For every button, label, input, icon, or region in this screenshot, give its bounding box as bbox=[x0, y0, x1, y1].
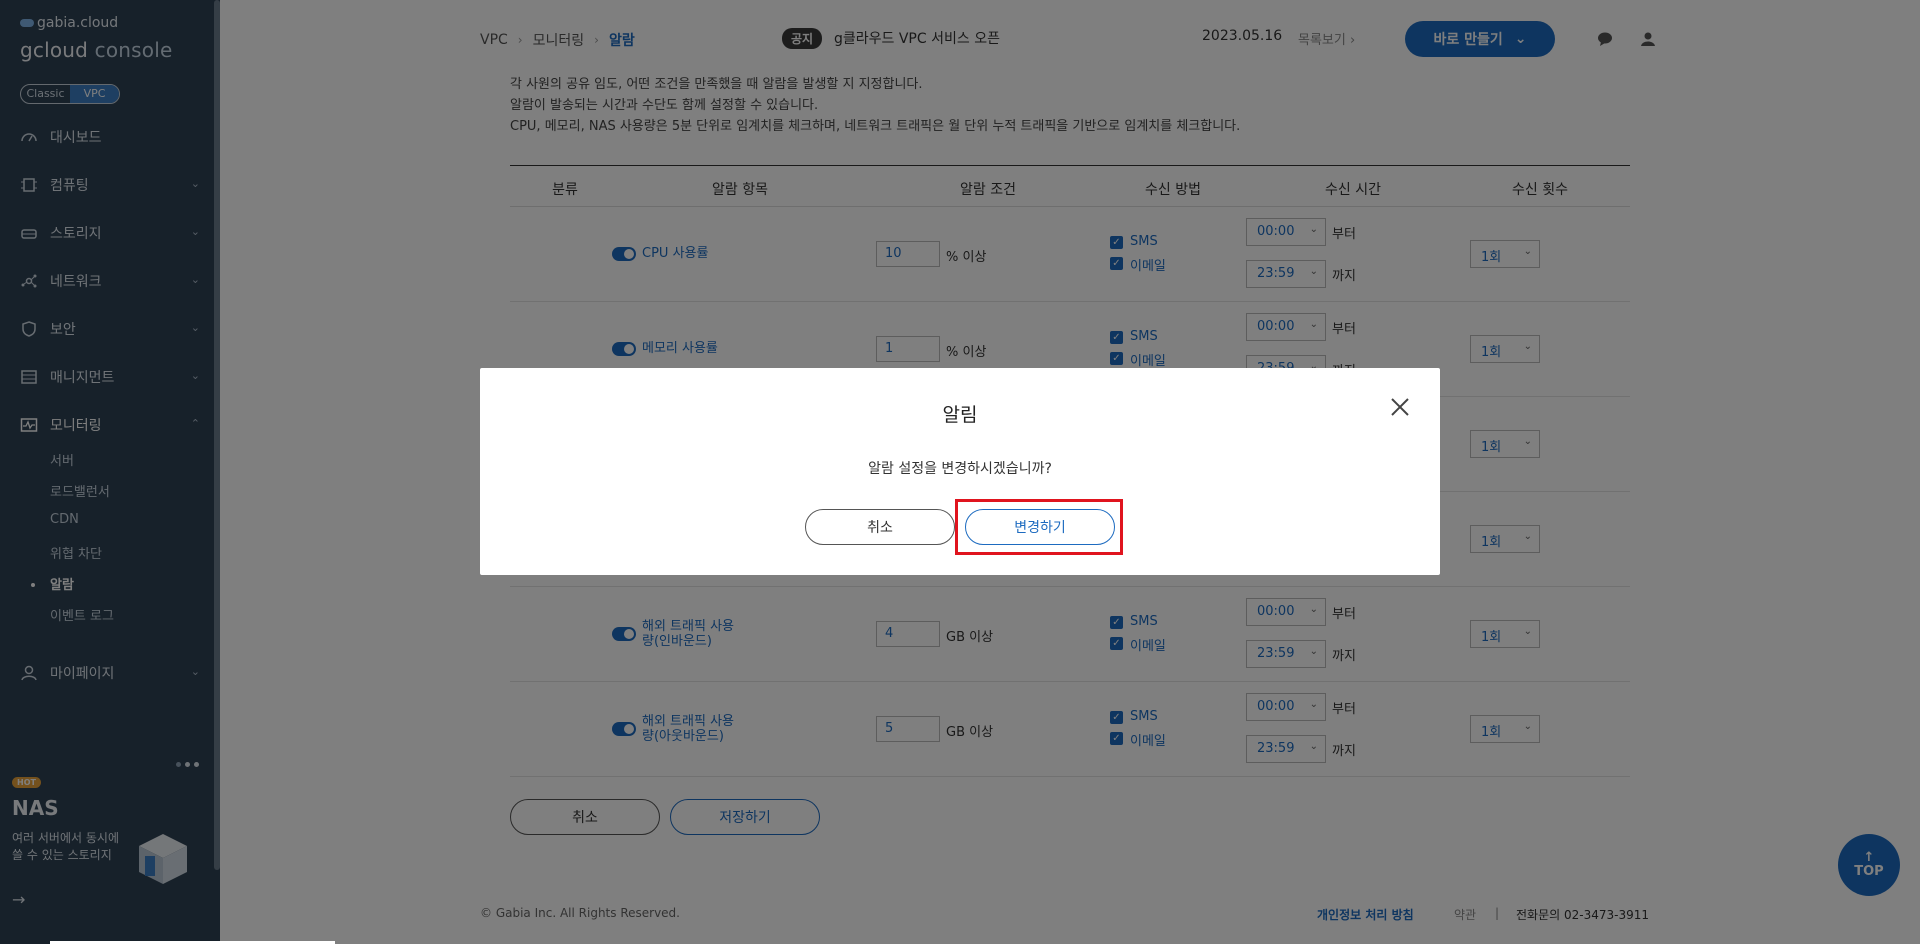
highlight-box bbox=[955, 499, 1123, 555]
dialog-cancel-button[interactable]: 취소 bbox=[805, 509, 955, 545]
dialog-title: 알림 bbox=[942, 404, 978, 426]
confirm-dialog: 알림 알람 설정을 변경하시겠습니까? 취소 변경하기 bbox=[480, 368, 1440, 575]
close-icon[interactable] bbox=[1389, 396, 1411, 418]
dialog-message: 알람 설정을 변경하시겠습니까? bbox=[868, 461, 1052, 477]
